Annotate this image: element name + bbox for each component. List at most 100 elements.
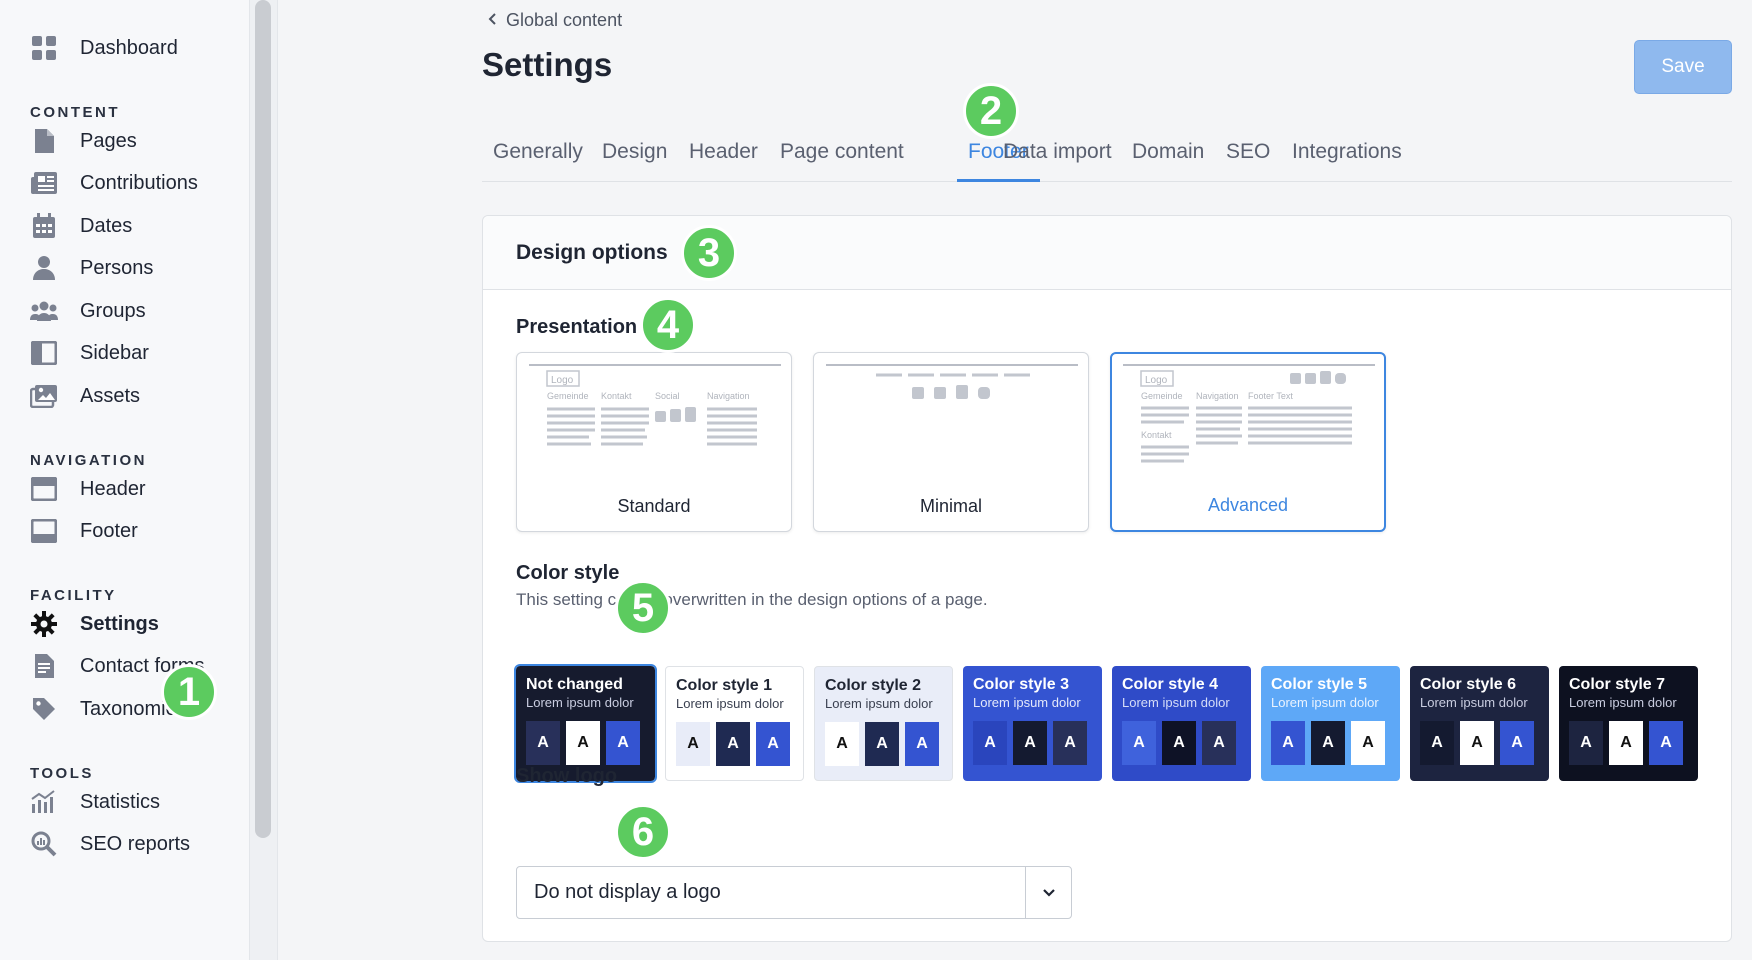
sidebar-item-footer[interactable]: Footer bbox=[30, 511, 138, 551]
color-style-option[interactable]: Color style 5 Lorem ipsum dolor A A A bbox=[1261, 666, 1400, 781]
color-style-option[interactable]: Color style 7 Lorem ipsum dolor A A A bbox=[1559, 666, 1698, 781]
sidebar-item-persons[interactable]: Persons bbox=[30, 248, 153, 288]
color-style-name: Not changed bbox=[526, 676, 623, 693]
color-style-option[interactable]: Color style 2 Lorem ipsum dolor A A A bbox=[814, 666, 953, 781]
presentation-option-standard[interactable]: Logo Gemeinde Kontakt Social Navigation … bbox=[516, 352, 792, 532]
advanced-preview-thumbnail: Logo Gemeinde Navigation Footer Text Kon… bbox=[1123, 364, 1375, 463]
show-logo-select[interactable]: Do not display a logo bbox=[516, 866, 1072, 919]
color-sample-row: AAA bbox=[973, 721, 1087, 765]
preview-col-social: Social bbox=[655, 391, 680, 401]
color-style-help-text: This setting can be overwritten in the d… bbox=[516, 590, 988, 609]
color-style-option[interactable]: Color style 4 Lorem ipsum dolor A A A bbox=[1112, 666, 1251, 781]
header-layout-icon bbox=[30, 475, 58, 503]
breadcrumb-link[interactable]: Global content bbox=[506, 10, 622, 31]
color-sample-row: AAA bbox=[1122, 721, 1236, 765]
section-heading-content: CONTENT bbox=[30, 104, 120, 121]
tab-generally[interactable]: Generally bbox=[482, 140, 594, 182]
sidebar-item-contributions[interactable]: Contributions bbox=[30, 163, 198, 203]
images-icon bbox=[30, 382, 58, 410]
color-sample-square: A bbox=[1271, 721, 1305, 765]
preview-logo-text: Logo bbox=[1145, 375, 1168, 386]
color-sample-square: A bbox=[1420, 721, 1454, 765]
gear-icon bbox=[30, 610, 58, 638]
tab-page-content[interactable]: Page content bbox=[769, 140, 915, 182]
show-logo-label: Show logo bbox=[516, 765, 618, 787]
sidebar-item-seo-reports[interactable]: SEO reports bbox=[30, 824, 190, 864]
sidebar-item-settings[interactable]: Settings bbox=[30, 604, 159, 644]
presentation-option-minimal[interactable]: Minimal bbox=[813, 352, 1089, 532]
tab-bar: Generally Design Header Page content Foo… bbox=[482, 130, 1732, 182]
tab-domain[interactable]: Domain bbox=[1121, 140, 1215, 182]
search-chart-icon bbox=[30, 830, 58, 858]
color-sample-square: A bbox=[716, 722, 750, 766]
color-style-subtitle: Lorem ipsum dolor bbox=[1420, 695, 1528, 710]
color-style-option[interactable]: Color style 1 Lorem ipsum dolor A A A bbox=[665, 666, 804, 781]
color-sample-row: AAA bbox=[676, 722, 790, 766]
presentation-option-advanced[interactable]: Logo Gemeinde Navigation Footer Text Kon… bbox=[1110, 352, 1386, 532]
sidebar: Dashboard CONTENT Pages Contributions Da… bbox=[0, 0, 278, 960]
minimal-preview-thumbnail bbox=[826, 364, 1078, 399]
section-heading-facility: FACILITY bbox=[30, 587, 117, 604]
breadcrumb[interactable]: Global content bbox=[488, 10, 622, 31]
sidebar-item-groups[interactable]: Groups bbox=[30, 291, 146, 331]
color-sample-square: A bbox=[1162, 721, 1196, 765]
color-style-option[interactable]: Color style 6 Lorem ipsum dolor A A A bbox=[1410, 666, 1549, 781]
sidebar-item-label: SEO reports bbox=[80, 832, 191, 855]
preview-col-footer-text: Footer Text bbox=[1248, 391, 1293, 401]
tab-data-import[interactable]: Data import bbox=[992, 140, 1123, 182]
callout-badge-5: 5 bbox=[615, 580, 671, 636]
sidebar-item-pages[interactable]: Pages bbox=[30, 121, 137, 161]
sidebar-item-header[interactable]: Header bbox=[30, 469, 146, 509]
color-sample-square: A bbox=[526, 721, 560, 765]
color-sample-row: AAA bbox=[1420, 721, 1534, 765]
color-sample-square: A bbox=[756, 722, 790, 766]
sidebar-item-label: Dates bbox=[80, 214, 133, 237]
presentation-label: Presentation bbox=[516, 316, 638, 338]
callout-badge-2: 2 bbox=[963, 83, 1019, 139]
color-sample-square: A bbox=[1460, 721, 1494, 765]
sidebar-item-statistics[interactable]: Statistics bbox=[30, 782, 160, 822]
tab-seo[interactable]: SEO bbox=[1215, 140, 1281, 182]
section-heading-tools: TOOLS bbox=[30, 765, 94, 782]
person-icon bbox=[30, 254, 58, 282]
color-style-name: Color style 6 bbox=[1420, 676, 1517, 693]
color-sample-square: A bbox=[1500, 721, 1534, 765]
chevron-down-icon[interactable] bbox=[1025, 867, 1071, 918]
chart-icon bbox=[30, 788, 58, 816]
preview-logo-text: Logo bbox=[551, 375, 574, 386]
sidebar-item-dates[interactable]: Dates bbox=[30, 206, 132, 246]
color-sample-square: A bbox=[1311, 721, 1345, 765]
sidebar-scrollbar[interactable] bbox=[255, 0, 271, 838]
tag-icon bbox=[30, 695, 58, 723]
tab-header[interactable]: Header bbox=[678, 140, 769, 182]
preview-col-kontakt: Kontakt bbox=[601, 391, 632, 401]
color-sample-square: A bbox=[1569, 721, 1603, 765]
tab-integrations[interactable]: Integrations bbox=[1281, 140, 1413, 182]
calendar-icon bbox=[30, 212, 58, 240]
color-sample-row: AAA bbox=[526, 721, 640, 765]
color-style-option[interactable]: Color style 3 Lorem ipsum dolor A A A bbox=[963, 666, 1102, 781]
color-style-name: Color style 4 bbox=[1122, 676, 1219, 693]
tab-design[interactable]: Design bbox=[591, 140, 678, 182]
show-logo-selected-value: Do not display a logo bbox=[534, 881, 721, 903]
save-button[interactable]: Save bbox=[1634, 40, 1732, 94]
sidebar-item-label: Assets bbox=[80, 384, 141, 407]
sidebar-item-label: Footer bbox=[80, 519, 138, 542]
sidebar-item-sidebar[interactable]: Sidebar bbox=[30, 333, 149, 373]
color-sample-row: AAA bbox=[825, 722, 939, 766]
card-title: Design options bbox=[483, 216, 1731, 290]
sidebar-item-dashboard[interactable]: Dashboard bbox=[30, 28, 178, 68]
color-style-option[interactable]: Not changed Lorem ipsum dolor A A A bbox=[514, 664, 657, 783]
color-sample-square: A bbox=[973, 721, 1007, 765]
color-sample-square: A bbox=[905, 722, 939, 766]
color-sample-square: A bbox=[1351, 721, 1385, 765]
sidebar-item-label: Contributions bbox=[80, 171, 198, 194]
color-sample-square: A bbox=[865, 722, 899, 766]
presentation-caption: Minimal bbox=[919, 496, 982, 516]
color-style-label: Color style bbox=[516, 562, 620, 584]
color-style-name: Color style 2 bbox=[825, 677, 922, 694]
color-sample-square: A bbox=[1649, 721, 1683, 765]
sidebar-item-label: Header bbox=[80, 477, 146, 500]
color-style-name: Color style 7 bbox=[1569, 676, 1666, 693]
sidebar-item-assets[interactable]: Assets bbox=[30, 376, 140, 416]
